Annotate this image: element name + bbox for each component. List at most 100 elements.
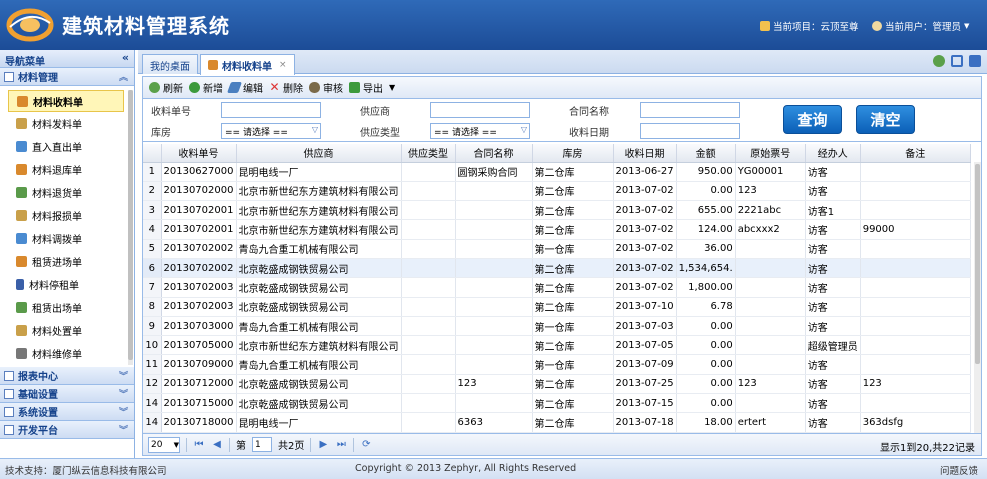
sidebar-item-damage[interactable]: 材料报损单: [0, 204, 134, 227]
column-header[interactable]: 收料日期: [613, 144, 677, 163]
table-row[interactable]: 6 20130702002 北京乾盛成钢铁贸易公司 第二仓库 2013-07-02 1,5…: [143, 258, 971, 279]
warehouse-select[interactable]: == 请选择 == ▽: [221, 123, 321, 139]
column-header[interactable]: 供应类型: [401, 144, 456, 163]
close-icon[interactable]: [969, 55, 981, 67]
table-row[interactable]: 10 20130705000 北京市新世纪东方建筑材料有限公司 第二仓库 2013-07…: [143, 335, 971, 356]
table-cell: 第二仓库: [532, 277, 614, 298]
audit-button[interactable]: 审核: [309, 80, 343, 95]
refresh-icon[interactable]: [933, 55, 945, 67]
row-number: 2: [143, 181, 162, 202]
page-number-input[interactable]: 1: [252, 437, 272, 452]
pencil-icon: [226, 82, 243, 93]
column-header[interactable]: 备注: [860, 144, 971, 163]
column-header[interactable]: 合同名称: [455, 144, 533, 163]
next-page-icon[interactable]: ▶: [317, 439, 329, 450]
row-number: 14: [143, 393, 162, 414]
row-number: 9: [143, 316, 162, 337]
column-header[interactable]: 金额: [676, 144, 736, 163]
column-header[interactable]: 经办人: [805, 144, 861, 163]
column-header[interactable]: 库房: [532, 144, 614, 163]
sidebar-item-return-goods[interactable]: 材料退货单: [0, 181, 134, 204]
table-cell: 2013-07-02: [613, 219, 677, 240]
table-cell: 第二仓库: [532, 219, 614, 240]
table-cell: [401, 354, 456, 375]
current-user[interactable]: 当前用户：管理员 ▼: [872, 19, 969, 33]
export-button[interactable]: 导出 ▼: [349, 80, 395, 95]
delete-button[interactable]: ✕ 删除: [269, 80, 303, 95]
prev-page-icon[interactable]: ◀: [211, 439, 223, 450]
table-row[interactable]: 12 20130712000 北京乾盛成钢铁贸易公司 123 第二仓库 2013-07-2…: [143, 374, 971, 395]
table-cell: 2013-07-02: [613, 277, 677, 298]
tab-receiving[interactable]: 材料收料单 ×: [200, 54, 295, 75]
sidebar-item-issuing[interactable]: 材料发料单: [0, 112, 134, 135]
scrollbar-thumb[interactable]: [975, 164, 980, 364]
table-cell: 北京市新世纪东方建筑材料有限公司: [236, 200, 402, 221]
last-page-icon[interactable]: ⏭: [335, 439, 347, 450]
close-icon[interactable]: ×: [279, 60, 287, 70]
table-cell: 2013-07-25: [613, 374, 677, 395]
clear-button[interactable]: 清空: [856, 105, 915, 134]
edit-button[interactable]: 编辑: [226, 80, 263, 95]
reload-icon[interactable]: ⟳: [360, 439, 372, 450]
scrollbar-thumb[interactable]: [128, 90, 133, 360]
sidebar-group-materials[interactable]: 材料管理 ︽: [0, 68, 134, 86]
sidebar-group-system-settings[interactable]: 系统设置 ︾: [0, 403, 134, 421]
order-no-input[interactable]: [221, 102, 321, 118]
table-row[interactable]: 3 20130702001 北京市新世纪东方建筑材料有限公司 第二仓库 2013-07-…: [143, 200, 971, 221]
table-cell: 0.00: [676, 181, 736, 202]
sidebar-item-receiving[interactable]: 材料收料单: [8, 90, 124, 112]
sidebar-item-return-stock[interactable]: 材料退库单: [0, 158, 134, 181]
row-number: 14: [143, 412, 162, 433]
column-header[interactable]: 原始票号: [735, 144, 806, 163]
table-row[interactable]: 7 20130702003 北京乾盛成钢铁贸易公司 第二仓库 2013-07-02 1,8…: [143, 277, 971, 298]
grid-scrollbar[interactable]: [974, 162, 981, 433]
sidebar-group-dev-platform[interactable]: 开发平台 ︾: [0, 421, 134, 439]
sidebar-group-basic-settings[interactable]: 基础设置 ︾: [0, 385, 134, 403]
feedback-link[interactable]: 问题反馈: [940, 463, 978, 477]
table-cell: [735, 393, 806, 414]
sidebar-scrollbar[interactable]: [128, 90, 133, 365]
table-cell: ertert: [735, 412, 806, 433]
table-cell: 2013-07-02: [613, 181, 677, 202]
tab-desktop[interactable]: 我的桌面: [142, 54, 198, 74]
sidebar-item-direct[interactable]: 直入直出单: [0, 135, 134, 158]
table-row[interactable]: 11 20130709000 青岛九合重工机械有限公司 第一仓库 2013-07-09 0…: [143, 354, 971, 375]
row-number: 12: [143, 374, 162, 395]
date-input[interactable]: [640, 123, 740, 139]
table-cell: [401, 200, 456, 221]
supplier-type-select[interactable]: == 请选择 == ▽: [430, 123, 530, 139]
sidebar-item-transfer[interactable]: 材料调拨单: [0, 227, 134, 250]
table-row[interactable]: 1 20130627000 昆明电线一厂 圆钢采购合同 第二仓库 2013-06-27 95…: [143, 162, 971, 182]
column-header[interactable]: 供应商: [236, 144, 402, 163]
sidebar-item-disposal[interactable]: 材料处置单: [0, 319, 134, 342]
sidebar-item-repair[interactable]: 材料维修单: [0, 342, 134, 365]
column-header[interactable]: 收料单号: [161, 144, 237, 163]
table-cell: 昆明电线一厂: [236, 412, 402, 433]
table-cell: [860, 297, 971, 317]
table-row[interactable]: 14 20130718000 昆明电线一厂 6363 第二仓库 2013-07-18 18.…: [143, 412, 971, 433]
table-cell: 北京乾盛成钢铁贸易公司: [236, 374, 402, 395]
table-row[interactable]: 14 20130715000 北京乾盛成钢铁贸易公司 第二仓库 2013-07-15 0.…: [143, 393, 971, 414]
table-row[interactable]: 8 20130702003 北京乾盛成钢铁贸易公司 第二仓库 2013-07-10 6.7…: [143, 297, 971, 317]
sidebar-group-reports[interactable]: 报表中心 ︾: [0, 367, 134, 385]
contract-input[interactable]: [640, 102, 740, 118]
query-button[interactable]: 查询: [783, 105, 842, 134]
table-row[interactable]: 9 20130703000 青岛九合重工机械有限公司 第一仓库 2013-07-03 0.…: [143, 316, 971, 337]
current-project[interactable]: 当前项目：云顶至尊: [760, 19, 859, 33]
sidebar-item-lease-in[interactable]: 租赁进场单: [0, 250, 134, 273]
collapse-icon[interactable]: «: [122, 51, 129, 64]
refresh-button[interactable]: 刷新: [149, 80, 183, 95]
table-row[interactable]: 4 20130702001 北京市新世纪东方建筑材料有限公司 第二仓库 2013-07-…: [143, 219, 971, 240]
table-cell: 北京市新世纪东方建筑材料有限公司: [236, 181, 402, 202]
sidebar-item-lease-stop[interactable]: 材料停租单: [0, 273, 134, 296]
building-icon: [16, 302, 27, 313]
table-row[interactable]: 2 20130702000 北京市新世纪东方建筑材料有限公司 第二仓库 2013-07-…: [143, 181, 971, 202]
supplier-input[interactable]: [430, 102, 530, 118]
sidebar-item-lease-out[interactable]: 租赁出场单: [0, 296, 134, 319]
table-cell: 2013-07-05: [613, 335, 677, 356]
maximize-icon[interactable]: [951, 55, 963, 67]
first-page-icon[interactable]: ⏮: [193, 439, 205, 450]
page-size-select[interactable]: 20 ▼: [148, 436, 180, 453]
table-row[interactable]: 5 20130702002 青岛九合重工机械有限公司 第一仓库 2013-07-02 36…: [143, 239, 971, 259]
add-button[interactable]: 新增: [189, 80, 223, 95]
